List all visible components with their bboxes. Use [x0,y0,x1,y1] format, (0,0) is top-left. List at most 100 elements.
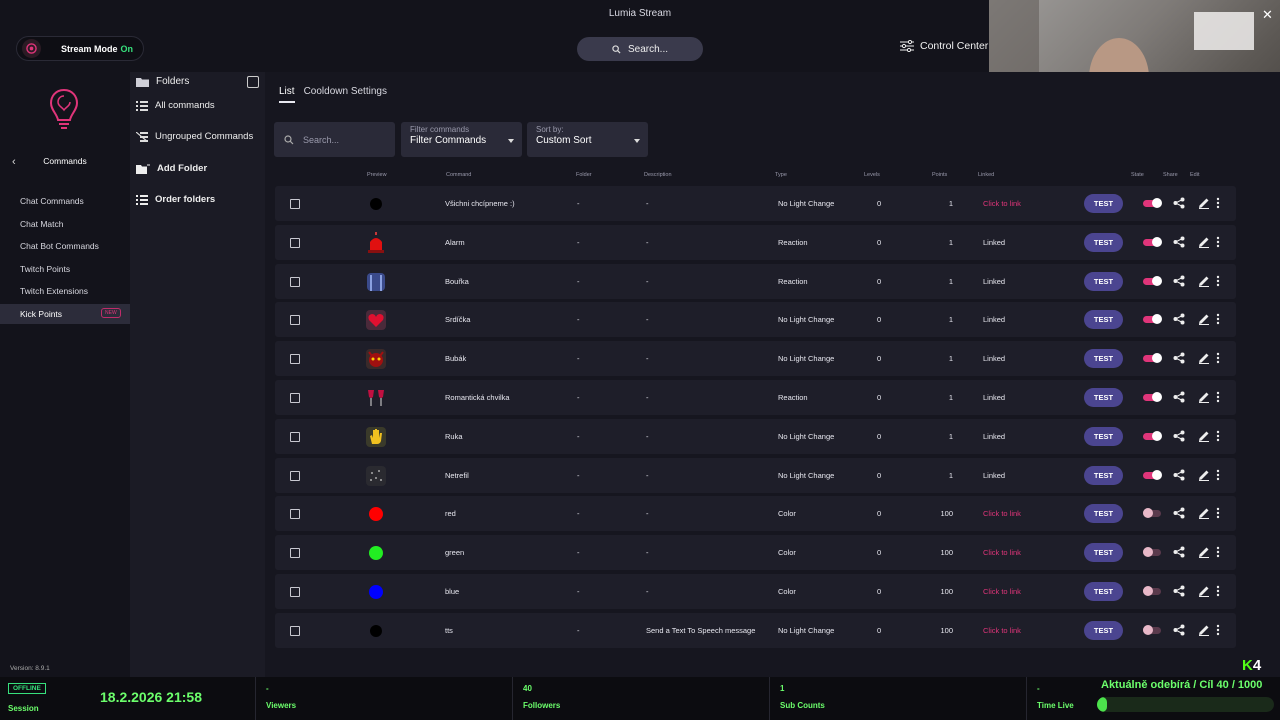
test-button[interactable]: TEST [1084,465,1123,485]
test-button[interactable]: TEST [1084,582,1123,601]
row-checkbox[interactable] [290,276,300,287]
state-toggle[interactable] [1143,547,1161,558]
nav-item-chat-match[interactable]: Chat Match [0,214,130,234]
table-row[interactable]: Bubák - - No Light Change 0 1 Linked TES… [275,341,1236,377]
test-button[interactable]: TEST [1084,620,1123,640]
share-icon[interactable] [1173,546,1185,558]
share-icon[interactable] [1173,624,1185,636]
linked-cell[interactable]: Click to link [983,186,1021,221]
row-checkbox[interactable] [290,548,300,559]
edit-icon[interactable] [1198,469,1210,481]
row-checkbox[interactable] [290,431,300,442]
table-row[interactable]: red - - Color 0 100 Click to link TEST [275,496,1236,532]
stream-mode-toggle[interactable]: Stream Mode On [16,36,144,61]
table-row[interactable]: Ruka - - No Light Change 0 1 Linked TEST [275,418,1236,454]
row-checkbox[interactable] [290,354,300,365]
state-toggle[interactable] [1143,198,1162,208]
share-icon[interactable] [1173,313,1185,325]
edit-icon[interactable] [1198,275,1210,287]
more-vertical-icon[interactable] [1212,313,1224,325]
more-vertical-icon[interactable] [1212,236,1224,248]
test-button[interactable]: TEST [1084,388,1123,407]
edit-icon[interactable] [1198,236,1210,248]
table-row[interactable]: tts - Send a Text To Speech message No L… [275,612,1236,648]
folder-ungrouped-commands[interactable]: Ungrouped Commands [136,131,253,142]
share-icon[interactable] [1173,430,1185,442]
nav-item-kick-points[interactable]: Kick Points NEW [0,304,130,324]
table-row[interactable]: Netrefil - - No Light Change 0 1 Linked … [275,457,1236,493]
edit-icon[interactable] [1198,430,1210,442]
more-vertical-icon[interactable] [1212,507,1224,519]
table-row[interactable]: Alarm - - Reaction 0 1 Linked TEST [275,224,1236,260]
test-button[interactable]: TEST [1084,310,1123,330]
row-checkbox[interactable] [290,470,300,481]
test-button[interactable]: TEST [1084,543,1123,563]
table-row[interactable]: Romantická chvilka - - Reaction 0 1 Link… [275,380,1236,415]
row-checkbox[interactable] [290,509,300,520]
test-button[interactable]: TEST [1084,194,1123,213]
test-button[interactable]: TEST [1084,271,1123,291]
more-vertical-icon[interactable] [1212,546,1224,558]
table-row[interactable]: Srdíčka - - No Light Change 0 1 Linked T… [275,302,1236,338]
share-icon[interactable] [1173,236,1185,248]
linked-cell[interactable]: Click to link [983,613,1021,648]
table-row[interactable]: blue - - Color 0 100 Click to link TEST [275,574,1236,609]
commands-search-input[interactable]: Search... [274,122,395,157]
test-button[interactable]: TEST [1084,349,1123,369]
folder-all-commands[interactable]: All commands [136,100,215,111]
edit-icon[interactable] [1198,313,1210,326]
state-toggle[interactable] [1143,236,1162,247]
more-vertical-icon[interactable] [1212,197,1224,209]
linked-cell[interactable]: Click to link [983,535,1021,570]
state-toggle[interactable] [1143,469,1162,480]
table-row[interactable]: Všichni chcípneme :) - - No Light Change… [275,186,1236,221]
state-toggle[interactable] [1143,353,1162,364]
collapse-panel-icon[interactable] [247,76,259,88]
row-checkbox[interactable] [290,625,300,636]
more-vertical-icon[interactable] [1212,275,1224,287]
more-vertical-icon[interactable] [1212,585,1224,597]
filter-commands-select[interactable]: Filter commands Filter Commands [401,122,522,157]
state-toggle[interactable] [1143,508,1161,519]
table-row[interactable]: green - - Color 0 100 Click to link TEST [275,535,1236,571]
more-vertical-icon[interactable] [1212,352,1224,364]
nav-item-twitch-extensions[interactable]: Twitch Extensions [0,281,130,301]
edit-icon[interactable] [1198,197,1210,209]
edit-icon[interactable] [1198,546,1210,559]
state-toggle[interactable] [1143,430,1162,441]
row-checkbox[interactable] [290,315,300,326]
tab-cooldown-settings[interactable]: Cooldown Settings [304,86,387,103]
share-icon[interactable] [1173,391,1185,403]
test-button[interactable]: TEST [1084,232,1123,252]
state-toggle[interactable] [1143,275,1162,286]
share-icon[interactable] [1173,352,1185,364]
row-checkbox[interactable] [290,587,300,597]
share-icon[interactable] [1173,197,1185,209]
more-vertical-icon[interactable] [1212,391,1224,403]
share-icon[interactable] [1173,469,1185,481]
edit-icon[interactable] [1198,507,1210,520]
more-vertical-icon[interactable] [1212,430,1224,442]
table-row[interactable]: Bouřka - - Reaction 0 1 Linked TEST [275,263,1236,299]
state-toggle[interactable] [1143,586,1161,596]
share-icon[interactable] [1173,585,1185,597]
edit-icon[interactable] [1198,352,1210,365]
state-toggle[interactable] [1143,314,1162,325]
share-icon[interactable] [1173,275,1185,287]
row-checkbox[interactable] [290,237,300,248]
control-center-button[interactable]: Control Center [900,40,988,52]
close-icon[interactable]: ✕ [1262,7,1273,23]
more-vertical-icon[interactable] [1212,624,1224,636]
linked-cell[interactable]: Click to link [983,496,1021,531]
linked-cell[interactable]: Click to link [983,574,1021,609]
more-vertical-icon[interactable] [1212,469,1224,481]
row-checkbox[interactable] [290,393,300,403]
tab-list[interactable]: List [279,86,295,103]
nav-item-twitch-points[interactable]: Twitch Points [0,259,130,279]
edit-icon[interactable] [1198,624,1210,636]
nav-item-chat-commands[interactable]: Chat Commands [0,191,130,211]
share-icon[interactable] [1173,507,1185,519]
row-checkbox[interactable] [290,199,300,209]
state-toggle[interactable] [1143,624,1161,635]
edit-icon[interactable] [1198,391,1210,403]
